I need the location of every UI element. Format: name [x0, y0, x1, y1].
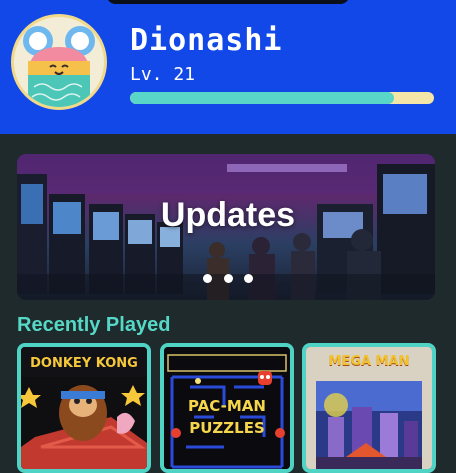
game-box-title: DONKEY KONG [30, 356, 138, 371]
game-box-title: PAC-MAN [188, 397, 266, 415]
carousel-dot[interactable] [223, 274, 233, 283]
device-notch [106, 0, 350, 4]
game-card-mega-man[interactable]: MEGA MAN [302, 343, 436, 473]
profile-header: Dionashi Lv. 21 [0, 0, 456, 134]
updates-title: Updates [160, 196, 296, 234]
game-box-title: MEGA MAN [328, 354, 410, 369]
game-card-donkey-kong[interactable]: DONKEY KONG [17, 343, 151, 473]
recently-played-title: Recently Played [17, 314, 171, 336]
avatar[interactable] [11, 14, 107, 110]
xp-progress-fill [130, 92, 395, 104]
avatar-mascot-icon [23, 26, 95, 107]
xp-progress-bar [130, 92, 434, 104]
level-label: Lv. 21 [130, 64, 196, 85]
carousel-dots[interactable] [0, 268, 456, 283]
carousel-dot[interactable] [243, 274, 253, 283]
username: Dionashi [130, 23, 283, 58]
game-card-pac-man-puzzles[interactable]: PAC-MAN PUZZLES [160, 343, 294, 473]
game-box-subtitle: PUZZLES [189, 419, 265, 437]
